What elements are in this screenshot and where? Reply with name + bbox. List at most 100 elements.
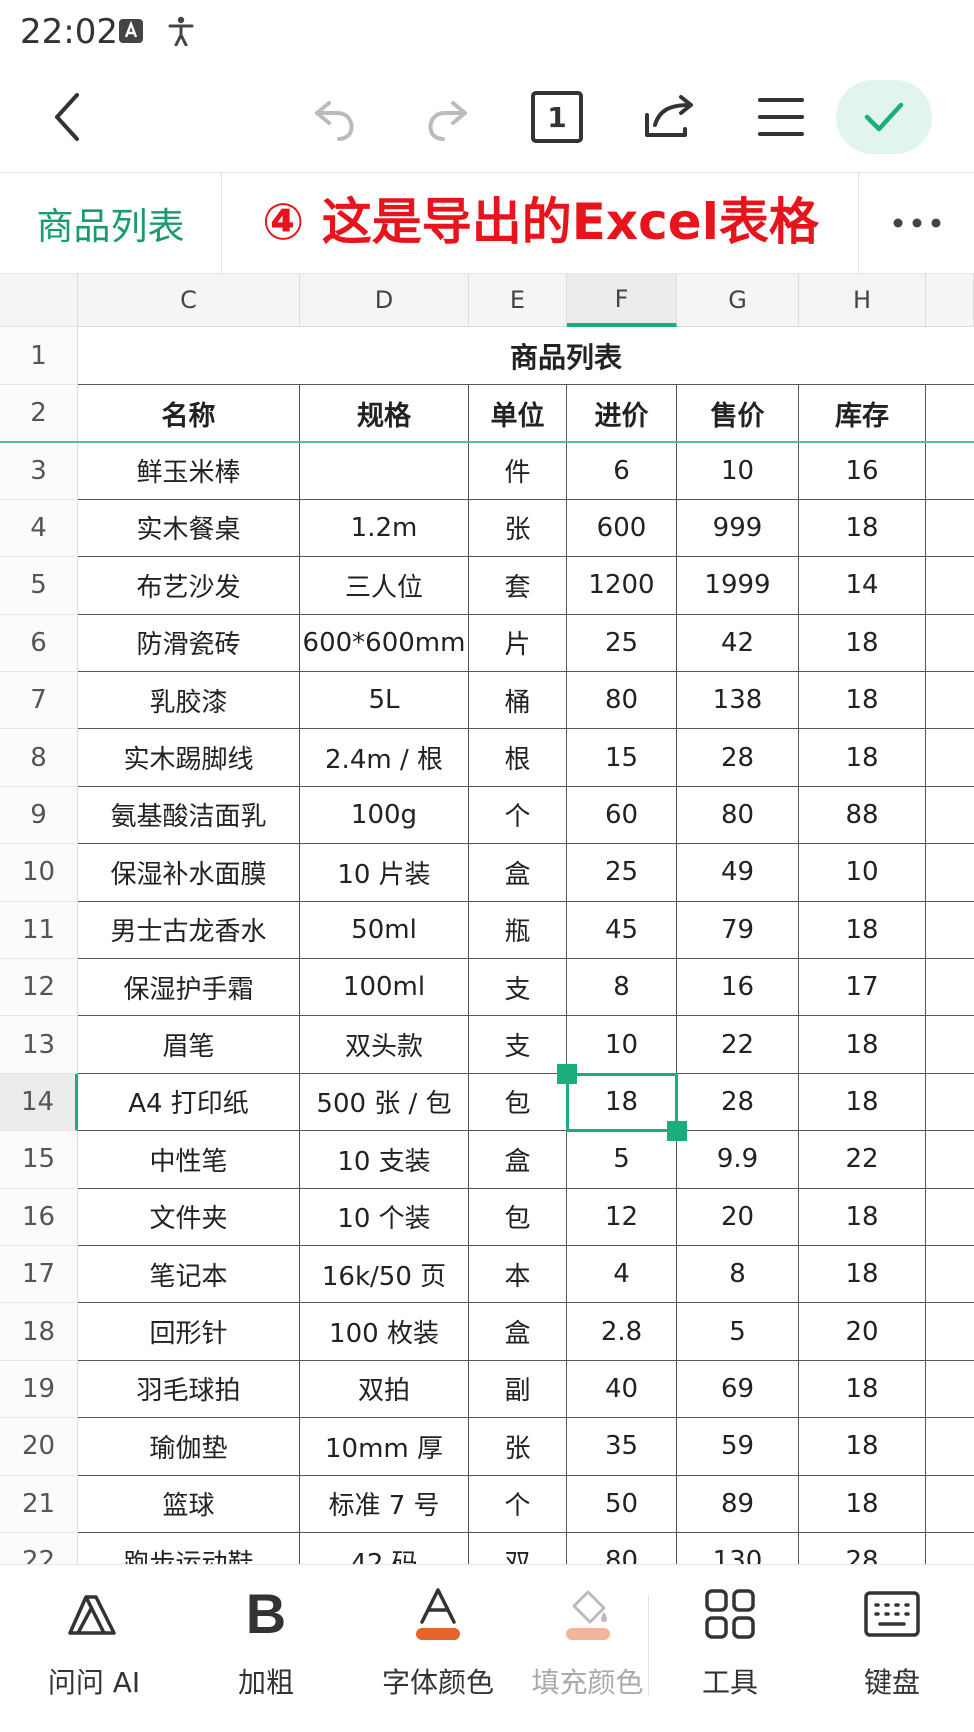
- menu-button[interactable]: [744, 80, 818, 154]
- table-cell[interactable]: 18: [799, 1246, 926, 1304]
- row-header-5[interactable]: 5: [0, 557, 78, 615]
- bold-button[interactable]: B 加粗: [191, 1581, 341, 1721]
- table-cell-empty[interactable]: [926, 1246, 974, 1304]
- table-header-cell[interactable]: 单位: [469, 385, 567, 443]
- row-header-7[interactable]: 7: [0, 672, 78, 730]
- table-cell[interactable]: 眉笔: [78, 1016, 300, 1074]
- table-cell[interactable]: 中性笔: [78, 1131, 300, 1189]
- table-cell[interactable]: 套: [469, 557, 567, 615]
- table-cell[interactable]: 桶: [469, 672, 567, 730]
- table-cell[interactable]: 17: [799, 959, 926, 1017]
- table-cell[interactable]: 笔记本: [78, 1246, 300, 1304]
- table-cell[interactable]: 35: [567, 1418, 677, 1476]
- table-cell[interactable]: 8: [567, 959, 677, 1017]
- table-cell[interactable]: 瑜伽垫: [78, 1418, 300, 1476]
- column-header-F[interactable]: F: [567, 274, 677, 327]
- table-cell[interactable]: A4 打印纸: [78, 1073, 300, 1132]
- table-cell[interactable]: 支: [469, 1016, 567, 1074]
- share-button[interactable]: [632, 80, 706, 154]
- table-cell[interactable]: 实木餐桌: [78, 499, 300, 558]
- table-cell[interactable]: 130: [677, 1533, 799, 1564]
- table-cell[interactable]: 双头款: [300, 1016, 469, 1074]
- table-cell[interactable]: 25: [567, 844, 677, 902]
- table-cell[interactable]: 文件夹: [78, 1188, 300, 1246]
- row-header-13[interactable]: 13: [0, 1016, 78, 1074]
- table-cell-empty[interactable]: [926, 1131, 974, 1189]
- table-header-cell[interactable]: 规格: [300, 385, 469, 443]
- table-cell[interactable]: 10 支装: [300, 1131, 469, 1189]
- table-cell[interactable]: 42 码: [300, 1533, 469, 1564]
- row-header-21[interactable]: 21: [0, 1475, 78, 1533]
- table-cell[interactable]: 28: [677, 729, 799, 787]
- table-cell[interactable]: 回形针: [78, 1303, 300, 1361]
- table-cell[interactable]: 18: [799, 1360, 926, 1419]
- table-cell-empty[interactable]: [926, 902, 974, 959]
- table-cell[interactable]: 16: [677, 959, 799, 1017]
- table-cell[interactable]: 500 张 / 包: [300, 1073, 469, 1132]
- table-cell[interactable]: 15: [567, 729, 677, 787]
- table-cell[interactable]: 14: [799, 557, 926, 615]
- row-header-19[interactable]: 19: [0, 1360, 78, 1419]
- table-cell[interactable]: 10: [677, 442, 799, 500]
- row-header-15[interactable]: 15: [0, 1131, 78, 1189]
- ask-ai-button[interactable]: 问问 AI: [19, 1581, 169, 1721]
- row-header-12[interactable]: 12: [0, 959, 78, 1017]
- table-cell-empty[interactable]: [926, 385, 974, 443]
- table-cell[interactable]: 盒: [469, 844, 567, 902]
- sheet-title-cell[interactable]: 商品列表: [78, 327, 974, 385]
- table-cell[interactable]: 5: [567, 1131, 677, 1189]
- table-header-cell[interactable]: 进价: [567, 385, 677, 443]
- table-cell[interactable]: 标准 7 号: [300, 1475, 469, 1533]
- table-cell-empty[interactable]: [926, 615, 974, 672]
- column-header-D[interactable]: D: [300, 274, 469, 327]
- fill-color-button[interactable]: 填充颜色: [527, 1581, 648, 1721]
- table-cell[interactable]: 三人位: [300, 557, 469, 615]
- column-header-H[interactable]: H: [799, 274, 926, 327]
- table-cell-empty[interactable]: [926, 729, 974, 787]
- row-header-16[interactable]: 16: [0, 1188, 78, 1246]
- table-cell-empty[interactable]: [926, 1533, 974, 1564]
- table-header-cell[interactable]: 库存: [799, 385, 926, 443]
- table-cell[interactable]: 4: [567, 1246, 677, 1304]
- redo-button[interactable]: [410, 80, 484, 154]
- table-cell[interactable]: 件: [469, 442, 567, 500]
- column-header-C[interactable]: C: [78, 274, 300, 327]
- table-cell[interactable]: 18: [799, 1188, 926, 1246]
- cell-selection-box[interactable]: [566, 1072, 678, 1133]
- undo-button[interactable]: [298, 80, 372, 154]
- confirm-button[interactable]: [836, 80, 932, 154]
- table-cell[interactable]: 个: [469, 786, 567, 845]
- table-cell[interactable]: 鲜玉米棒: [78, 442, 300, 500]
- table-cell-empty[interactable]: [926, 1303, 974, 1361]
- table-cell[interactable]: 45: [567, 901, 677, 959]
- table-cell[interactable]: 1999: [677, 557, 799, 615]
- table-cell[interactable]: 16: [799, 442, 926, 500]
- table-cell[interactable]: 28: [677, 1073, 799, 1132]
- table-cell-empty[interactable]: [926, 844, 974, 902]
- table-cell-empty[interactable]: [926, 787, 974, 845]
- table-cell[interactable]: 20: [799, 1303, 926, 1361]
- column-header-next[interactable]: [926, 274, 974, 327]
- table-cell[interactable]: 盒: [469, 1303, 567, 1361]
- table-cell[interactable]: 25: [567, 614, 677, 672]
- table-cell[interactable]: 8: [677, 1246, 799, 1304]
- table-cell[interactable]: 防滑瓷砖: [78, 614, 300, 672]
- table-cell[interactable]: 18: [799, 499, 926, 558]
- select-all-corner[interactable]: [0, 274, 78, 327]
- row-header-18[interactable]: 18: [0, 1303, 78, 1361]
- table-header-cell[interactable]: 名称: [78, 385, 300, 443]
- table-cell[interactable]: 保湿补水面膜: [78, 844, 300, 902]
- table-cell[interactable]: 59: [677, 1418, 799, 1476]
- table-cell[interactable]: 50: [567, 1475, 677, 1533]
- table-cell[interactable]: 9.9: [677, 1131, 799, 1189]
- column-header-E[interactable]: E: [469, 274, 567, 327]
- row-header-1[interactable]: 1: [0, 327, 78, 385]
- table-cell-empty[interactable]: [926, 1476, 974, 1533]
- row-header-17[interactable]: 17: [0, 1246, 78, 1304]
- row-header-20[interactable]: 20: [0, 1418, 78, 1476]
- table-cell[interactable]: 100ml: [300, 959, 469, 1017]
- table-cell[interactable]: 布艺沙发: [78, 557, 300, 615]
- table-cell[interactable]: 2.8: [567, 1303, 677, 1361]
- table-cell[interactable]: 18: [799, 1475, 926, 1533]
- table-cell[interactable]: 乳胶漆: [78, 672, 300, 730]
